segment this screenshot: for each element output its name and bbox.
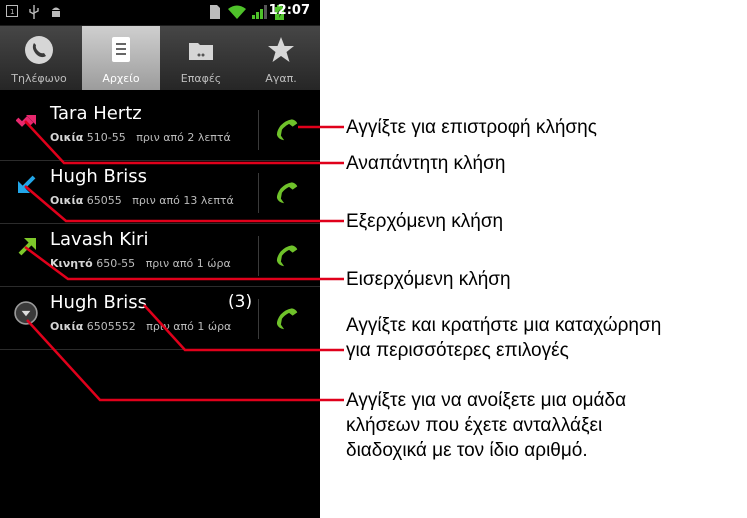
call-log-icon: [112, 37, 130, 62]
outgoing-call-icon: [18, 175, 36, 193]
handset-icon: [276, 245, 298, 267]
tab-call-log[interactable]: Αρχείο: [82, 26, 160, 90]
call-log-row[interactable]: Hugh Briss (3) Οικία 6505552 πριν από 1 …: [0, 287, 320, 350]
row-divider: [258, 110, 259, 150]
annotation-group-line1: Αγγίξτε για να ανοίξετε μια ομάδα: [346, 390, 627, 411]
annotation-callback: Αγγίξτε για επιστροφή κλήσης: [346, 117, 597, 138]
handset-icon: [276, 308, 298, 330]
phone-number: 650-55: [96, 257, 136, 270]
tab-bar: Τηλέφωνο Αρχείο Επαφές Αγαπ.: [0, 26, 320, 90]
usb-icon: [29, 5, 39, 19]
tab-phone[interactable]: Τηλέφωνο: [0, 26, 78, 90]
row-divider: [258, 236, 259, 276]
contacts-icon: [189, 43, 213, 60]
expand-group-button[interactable]: [14, 301, 38, 325]
android-debug-icon: [52, 7, 60, 17]
phone-icon: [25, 36, 53, 64]
call-back-button[interactable]: [270, 174, 308, 212]
annotation-group-line3: διαδοχικά με τον ίδιο αριθμό.: [346, 440, 588, 461]
number-type: Οικία: [50, 320, 84, 333]
row-divider: [258, 299, 259, 339]
tab-contacts[interactable]: Επαφές: [162, 26, 240, 90]
clock: 12:07: [268, 3, 310, 18]
annotation-group-line2: κλήσεων που έχετε ανταλλάξει: [346, 415, 603, 436]
missed-call-icon: [16, 115, 36, 127]
call-back-button[interactable]: [270, 237, 308, 275]
annotation-outgoing: Εξερχόμενη κλήση: [346, 211, 504, 232]
annotation-incoming: Εισερχόμενη κλήση: [346, 269, 511, 290]
call-count: (3): [228, 292, 253, 312]
call-time: πριν από 13 λεπτά: [132, 194, 234, 207]
number-type: Κινητό: [50, 257, 93, 270]
tab-phone-label: Τηλέφωνο: [11, 72, 67, 85]
signal-icon: [252, 5, 267, 19]
call-details: Οικία 65055 πριν από 13 λεπτά: [50, 194, 250, 207]
annotation-missed: Αναπάντητη κλήση: [346, 153, 506, 174]
annotation-hold-line1: Αγγίξτε και κρατήστε μια καταχώρηση: [346, 315, 662, 336]
contact-name: Hugh Briss: [50, 292, 148, 313]
call-details: Οικία 510-55 πριν από 2 λεπτά: [50, 131, 250, 144]
handset-icon: [276, 182, 298, 204]
tab-favorites[interactable]: Αγαπ.: [242, 26, 320, 90]
handset-icon: [276, 119, 298, 141]
call-time: πριν από 1 ώρα: [145, 257, 231, 270]
phone-number: 510-55: [86, 131, 126, 144]
call-log-row[interactable]: Lavash Kiri Κινητό 650-55 πριν από 1 ώρα: [0, 224, 320, 287]
status-bar: 1 12:07: [0, 0, 320, 26]
call-back-button[interactable]: [270, 300, 308, 338]
wifi-icon: [228, 5, 246, 19]
notification-icon: 1: [6, 5, 18, 17]
contact-name: Tara Hertz: [50, 103, 142, 124]
phone-number: 6505552: [86, 320, 136, 333]
phone-screen: 1 12:07 Τηλέφωνο Αρχείο Επαφές Αγαπ. Tar…: [0, 0, 320, 518]
annotation-hold-line2: για περισσότερες επιλογές: [346, 340, 569, 361]
sim-icon: [210, 5, 220, 19]
call-log-row[interactable]: Hugh Briss Οικία 65055 πριν από 13 λεπτά: [0, 161, 320, 224]
tab-call-log-label: Αρχείο: [102, 72, 140, 85]
call-back-button[interactable]: [270, 111, 308, 149]
contact-name: Lavash Kiri: [50, 229, 149, 250]
incoming-call-icon: [18, 238, 36, 256]
phone-number: 65055: [86, 194, 122, 207]
tab-favorites-label: Αγαπ.: [265, 72, 297, 85]
tab-contacts-label: Επαφές: [180, 72, 222, 85]
star-icon: [268, 37, 294, 62]
svg-text:1: 1: [10, 8, 14, 16]
call-time: πριν από 2 λεπτά: [136, 131, 231, 144]
call-details: Κινητό 650-55 πριν από 1 ώρα: [50, 257, 250, 270]
number-type: Οικία: [50, 131, 84, 144]
row-divider: [258, 173, 259, 213]
number-type: Οικία: [50, 194, 84, 207]
contact-name: Hugh Briss: [50, 166, 148, 187]
call-time: πριν από 1 ώρα: [146, 320, 232, 333]
call-details: Οικία 6505552 πριν από 1 ώρα: [50, 320, 250, 333]
call-log-row[interactable]: Tara Hertz Οικία 510-55 πριν από 2 λεπτά: [0, 98, 320, 161]
